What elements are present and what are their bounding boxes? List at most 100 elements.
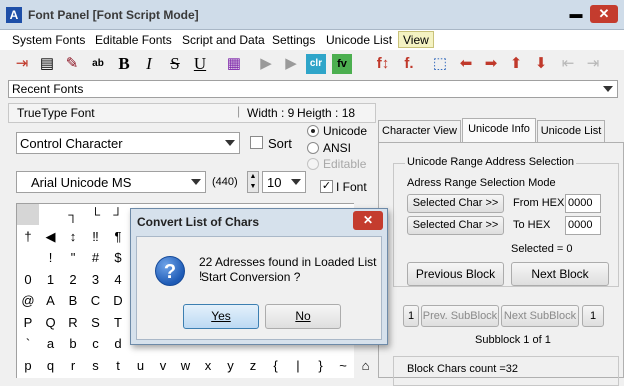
char-cell[interactable]: s	[85, 355, 107, 376]
char-cell[interactable]: q	[40, 355, 62, 376]
char-cell[interactable]: ↕	[62, 226, 84, 247]
import-icon[interactable]: ⇥	[12, 54, 32, 74]
next-icon[interactable]: ▶	[281, 54, 301, 74]
char-cell[interactable]: └	[85, 204, 107, 225]
char-cell[interactable]: #	[85, 247, 107, 268]
char-cell[interactable]: $	[107, 247, 129, 268]
dialog-close-button[interactable]: ✕	[353, 211, 383, 230]
char-cell[interactable]: 3	[85, 269, 107, 290]
menu-editable-fonts[interactable]: Editable Fonts	[91, 32, 176, 49]
char-cell[interactable]: ┘	[107, 204, 129, 225]
strike-icon[interactable]: S	[165, 54, 185, 74]
yes-button[interactable]: Yes	[183, 304, 259, 329]
window-close-button[interactable]: ✕	[590, 5, 618, 23]
list-icon[interactable]: ▤	[37, 54, 57, 74]
char-cell[interactable]: !	[40, 247, 62, 268]
menu-script-and-data[interactable]: Script and Data	[178, 32, 269, 49]
char-cell[interactable]: c	[85, 333, 107, 354]
unicode-radio[interactable]	[307, 125, 319, 137]
char-cell[interactable]: 2	[62, 269, 84, 290]
char-cell[interactable]: ◀	[40, 226, 62, 247]
char-cell[interactable]: u	[130, 355, 152, 376]
char-cell[interactable]: v	[152, 355, 174, 376]
char-cell[interactable]: x	[197, 355, 219, 376]
fv-icon[interactable]: fv	[332, 54, 352, 74]
char-cell[interactable]: R	[62, 312, 84, 333]
minimize-button[interactable]: ▬	[562, 5, 590, 23]
arrow-up-icon[interactable]: ⬆	[506, 54, 526, 74]
arrow-right-icon[interactable]: ➡	[481, 54, 501, 74]
char-cell[interactable]: }	[310, 355, 332, 376]
subblock-right-num[interactable]: 1	[582, 305, 604, 327]
edit-icon[interactable]: ✎	[62, 54, 82, 74]
prev-subblock-button[interactable]: Prev. SubBlock	[421, 305, 499, 327]
clear-icon[interactable]: clr	[306, 54, 326, 74]
char-cell[interactable]: t	[107, 355, 129, 376]
char-cell[interactable]: Q	[40, 312, 62, 333]
char-cell[interactable]: a	[40, 333, 62, 354]
spin-up-icon[interactable]: ▲	[248, 172, 258, 182]
selected-char-from-button[interactable]: Selected Char >>	[407, 194, 504, 213]
next-block-button[interactable]: Next Block	[511, 262, 609, 286]
arrow-down-icon[interactable]: ⬇	[531, 54, 551, 74]
char-cell[interactable]: †	[17, 226, 39, 247]
no-button[interactable]: No	[265, 304, 341, 329]
spin-down-icon[interactable]: ▼	[248, 182, 258, 192]
char-cell[interactable]: ~	[332, 355, 354, 376]
char-cell[interactable]: T	[107, 312, 129, 333]
menu-view[interactable]: View	[398, 31, 434, 48]
select-icon[interactable]: ⬚	[430, 54, 450, 74]
underline-icon[interactable]: U	[190, 54, 210, 74]
from-hex-input[interactable]: 0000	[565, 194, 601, 213]
recent-fonts-dropdown[interactable]: Recent Fonts	[8, 80, 618, 98]
char-cell[interactable]: C	[85, 290, 107, 311]
to-hex-input[interactable]: 0000	[565, 216, 601, 235]
char-cell[interactable]: z	[242, 355, 264, 376]
char-cell[interactable]: |	[287, 355, 309, 376]
char-cell[interactable]: ‼	[85, 226, 107, 247]
first-icon[interactable]: ⇤	[558, 54, 578, 74]
char-cell[interactable]: d	[107, 333, 129, 354]
ab-icon[interactable]: ab	[88, 54, 108, 74]
char-cell[interactable]: ┐	[62, 204, 84, 225]
font-name-dropdown[interactable]: Arial Unicode MS	[16, 171, 206, 193]
char-cell[interactable]: P	[17, 312, 39, 333]
tab-character-view[interactable]: Character View	[378, 120, 461, 142]
sort-checkbox[interactable]	[250, 136, 263, 149]
char-cell[interactable]: ⌂	[355, 355, 377, 376]
size-spinner[interactable]: ▲ ▼	[247, 171, 259, 193]
font-size-dropdown[interactable]: 10	[262, 171, 306, 193]
char-cell[interactable]: {	[265, 355, 287, 376]
char-cell[interactable]: S	[85, 312, 107, 333]
tab-unicode-list[interactable]: Unicode List	[537, 120, 605, 142]
char-cell[interactable]: ¶	[107, 226, 129, 247]
char-cell[interactable]: r	[62, 355, 84, 376]
menu-settings[interactable]: Settings	[268, 32, 319, 49]
ansi-radio[interactable]	[307, 142, 319, 154]
char-cell[interactable]: @	[17, 290, 39, 311]
font-up-icon[interactable]: f↕	[373, 54, 393, 74]
bold-icon[interactable]: B	[114, 54, 134, 74]
ifont-checkbox[interactable]: ✓	[320, 180, 333, 193]
char-cell[interactable]: w	[175, 355, 197, 376]
char-cell[interactable]: b	[62, 333, 84, 354]
char-cell[interactable]: "	[62, 247, 84, 268]
tab-unicode-info[interactable]: Unicode Info	[462, 118, 536, 142]
next-subblock-button[interactable]: Next SubBlock	[501, 305, 579, 327]
grid-icon[interactable]: ▦	[224, 54, 244, 74]
last-icon[interactable]: ⇥	[583, 54, 603, 74]
selected-char-to-button[interactable]: Selected Char >>	[407, 216, 504, 235]
previous-block-button[interactable]: Previous Block	[407, 262, 504, 286]
play-icon[interactable]: ▶	[256, 54, 276, 74]
char-cell[interactable]: B	[62, 290, 84, 311]
char-set-dropdown[interactable]: Control Character	[16, 132, 240, 154]
char-cell[interactable]	[17, 204, 39, 225]
char-cell[interactable]	[17, 247, 39, 268]
char-cell[interactable]: 1	[40, 269, 62, 290]
font-down-icon[interactable]: f.	[399, 54, 419, 74]
char-cell[interactable]: `	[17, 333, 39, 354]
char-cell[interactable]: A	[40, 290, 62, 311]
italic-icon[interactable]: I	[139, 54, 159, 74]
menu-unicode-list[interactable]: Unicode List	[322, 32, 396, 49]
subblock-left-num[interactable]: 1	[403, 305, 419, 327]
